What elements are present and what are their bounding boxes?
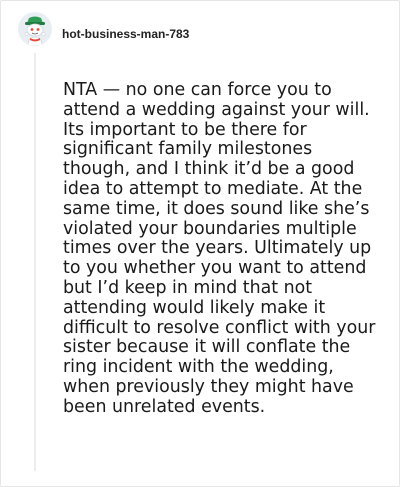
comment-card: hot-business-man-783 NTA — no one can fo… (0, 0, 400, 487)
thread-collapse-line[interactable] (34, 53, 36, 471)
comment-body: NTA — no one can force you to attend a w… (63, 80, 376, 417)
avatar[interactable] (18, 12, 52, 46)
comment-author-username[interactable]: hot-business-man-783 (62, 27, 189, 41)
snoo-avatar-icon (24, 16, 46, 46)
